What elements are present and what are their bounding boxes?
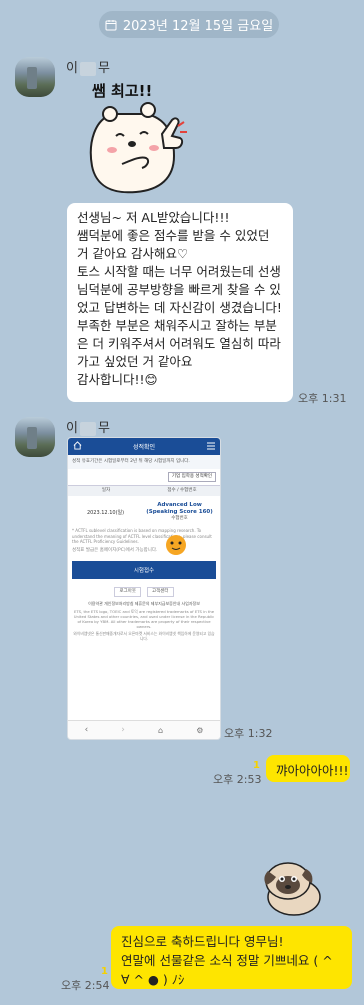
message-bubble[interactable]: 선생님~ 저 AL받았습니다!!! 쌤덕분에 좋은 점수를 받을 수 있었던 거… (67, 203, 293, 402)
menu-icon (207, 442, 215, 450)
exam-date: 2023.12.10(일) (86, 509, 125, 516)
footer-legal: ETS, the ETS logo, TOEIC and 토익 are regi… (73, 608, 215, 629)
score-screenshot[interactable]: 성적확인 성적 유효기간은 시험일로부터 2년 뒤 해당 시험일까지 입니다. … (67, 437, 221, 740)
my-message-bubble[interactable]: 꺄아아아아!!! (266, 755, 350, 782)
col-score: 점수 / 수험번호 (167, 488, 197, 493)
avatar[interactable] (15, 417, 55, 457)
pug-sticker[interactable] (258, 855, 326, 919)
notice-text: 성적 유효기간은 시험일로부터 2년 뒤 해당 시험일까지 입니다. (68, 455, 220, 469)
logout-link[interactable]: 로그아웃 (114, 586, 141, 597)
cert-button[interactable]: 기업 입학용 성적확인 (167, 472, 216, 482)
message-time: 오후 1:32 (224, 727, 273, 740)
sender-name: 이무 (66, 421, 110, 436)
note-text: * ACTFL sublevel classification is based… (72, 528, 212, 544)
browser-nav: ‹ › ⌂ ⚙ (68, 720, 220, 739)
settings-icon[interactable]: ⚙ (196, 726, 203, 735)
message-time: 오후 1:31 (298, 392, 347, 405)
message-time: 오후 2:53 (213, 773, 262, 786)
home-icon[interactable]: ⌂ (158, 726, 163, 735)
message-time: 오후 2:54 (61, 979, 110, 992)
register-button[interactable]: 시험접수 (72, 560, 216, 579)
character-decoration-icon (166, 535, 186, 555)
my-message-bubble[interactable]: 진심으로 축하드립니다 영무님! 연말에 선물같은 소식 정말 기쁘네요 ( ^… (111, 926, 352, 989)
footer-note: 와이비엠넷은 통신판매중개자로서 오픈마켓 서비스는 와이비엠넷 책임하에 운영… (73, 630, 215, 641)
avatar[interactable] (15, 57, 55, 97)
date-text: 2023년 12월 15일 금요일 (122, 19, 274, 34)
screenshot-title: 성적확인 (132, 444, 156, 451)
unread-count: 1 (253, 760, 260, 771)
date-divider: 2023년 12월 15일 금요일 (99, 11, 279, 38)
col-date: 일자 (101, 488, 111, 493)
support-link[interactable]: 고객센터 (147, 586, 174, 597)
unread-count: 1 (101, 966, 108, 977)
back-icon[interactable]: ‹ (85, 725, 89, 735)
exam-number: 수험번호 (171, 516, 188, 521)
footer-links: 이용약관 개인정보처리방침 제휴문의 제부지급보증안내 사업자정보 (88, 600, 200, 606)
redacted-mark (79, 421, 96, 436)
home-icon (73, 441, 82, 450)
screenshot-header: 성적확인 (68, 438, 220, 455)
bear-sticker[interactable]: 쌤 최고!! (80, 74, 190, 196)
sticker-caption: 쌤 최고!! (92, 82, 153, 100)
forward-icon[interactable]: › (121, 725, 125, 735)
note2-text: 성적표 발급은 홈페이지(PC)에서 가능합니다. (72, 547, 158, 553)
score-value: Advanced Low (Speaking Score 160) (146, 502, 213, 515)
calendar-icon (105, 19, 117, 30)
